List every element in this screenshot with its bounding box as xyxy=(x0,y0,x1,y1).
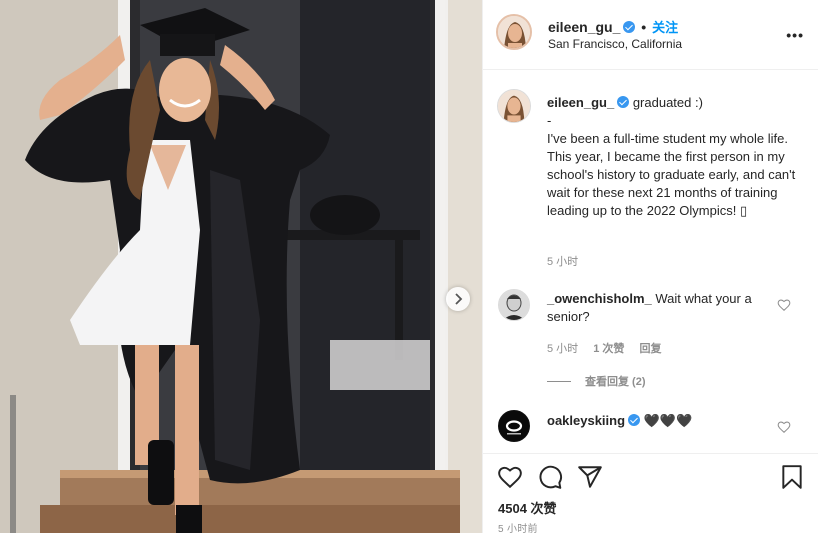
oakley-logo-icon xyxy=(499,411,529,441)
follow-button[interactable]: 关注 xyxy=(652,20,678,35)
comment-icon[interactable] xyxy=(537,464,563,490)
graduation-photo xyxy=(0,0,482,533)
comment-2-username[interactable]: oakleyskiing xyxy=(547,413,625,428)
post-timestamp[interactable]: 5 小时前 xyxy=(498,520,538,533)
caption-timestamp: 5 小时 xyxy=(547,256,579,268)
replies-divider xyxy=(547,381,571,382)
caption-avatar-image xyxy=(498,90,530,122)
caption-body: I've been a full-time student my whole l… xyxy=(547,131,796,218)
save-bookmark-icon[interactable] xyxy=(779,464,805,490)
comment-1-time: 5 小时 xyxy=(547,343,579,355)
caption-dash: - xyxy=(547,113,552,128)
chevron-right-icon xyxy=(455,293,463,305)
caption-title: graduated :) xyxy=(632,95,703,110)
more-options-icon[interactable]: ••• xyxy=(786,27,804,43)
comment-1-meta: 5 小时 1 次赞 回复 xyxy=(547,340,674,356)
header-separator: • xyxy=(641,19,647,35)
comment-1: _owenchisholm_ Wait what your a senior? xyxy=(547,290,767,326)
comments-area[interactable]: eileen_gu_ graduated :) - I've been a fu… xyxy=(483,71,818,453)
location-link[interactable]: San Francisco, California xyxy=(548,37,682,51)
post-side-panel: eileen_gu_ • 关注 San Francisco, Californi… xyxy=(482,0,818,533)
post-header: eileen_gu_ • 关注 San Francisco, Californi… xyxy=(483,0,818,70)
reply-button[interactable]: 回复 xyxy=(640,343,662,355)
author-avatar-image xyxy=(498,16,530,48)
post-caption: eileen_gu_ graduated :) - I've been a fu… xyxy=(547,94,805,220)
post-actions: 4504 次赞 5 小时前 xyxy=(483,453,818,533)
like-count[interactable]: 4504 次赞 xyxy=(498,498,557,517)
view-replies-button[interactable]: 查看回复 (2) xyxy=(547,373,646,389)
author-avatar[interactable] xyxy=(496,14,532,50)
comment-2-text: 🖤🖤🖤 xyxy=(643,413,693,428)
verified-badge-icon xyxy=(623,21,636,33)
next-photo-button[interactable] xyxy=(446,287,470,311)
view-replies-label: 查看回复 (2) xyxy=(585,376,646,388)
share-icon[interactable] xyxy=(577,464,603,490)
header-username[interactable]: eileen_gu_ xyxy=(548,19,620,35)
comment-like-heart-icon[interactable] xyxy=(777,298,791,312)
comment-1-likes[interactable]: 1 次赞 xyxy=(593,343,624,355)
heart-icon[interactable] xyxy=(497,464,523,490)
header-username-row: eileen_gu_ • 关注 xyxy=(548,17,678,36)
verified-badge-icon xyxy=(617,96,630,108)
comment-1-username[interactable]: _owenchisholm_ xyxy=(547,291,652,306)
commenter-avatar[interactable] xyxy=(498,289,530,321)
oakley-avatar[interactable] xyxy=(498,410,530,442)
caption-username[interactable]: eileen_gu_ xyxy=(547,95,614,110)
commenter-avatar-image xyxy=(499,290,529,320)
post-photo[interactable] xyxy=(0,0,482,533)
instagram-post: eileen_gu_ • 关注 San Francisco, Californi… xyxy=(0,0,818,533)
comment-like-heart-icon[interactable] xyxy=(777,420,791,434)
comment-2: oakleyskiing 🖤🖤🖤 xyxy=(547,412,692,430)
caption-avatar[interactable] xyxy=(497,89,531,123)
verified-badge-icon xyxy=(628,414,641,426)
